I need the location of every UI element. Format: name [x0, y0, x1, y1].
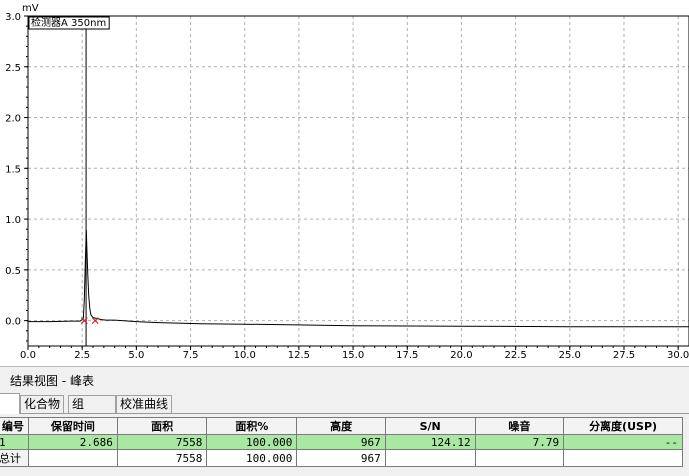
cell-area-percent: 100.000	[206, 434, 298, 450]
column-header[interactable]: 面积%	[206, 417, 298, 435]
cell-sn: 124.12	[384, 434, 476, 450]
y-tick-label: 2.5	[5, 63, 21, 74]
chart-background	[0, 0, 689, 366]
cell-retention-time	[27, 449, 118, 467]
chromatogram-chart[interactable]: 0.0 2.5 5.0 7.5 10.0 12.5 15.0 17.5 20.0 22.5 25.0…	[0, 0, 689, 366]
table-header-row: 编号 保留时间 面积 面积% 高度 S/N 噪音 分离度(USP)	[0, 417, 683, 435]
results-tabs: 化合物 组 校准曲线	[0, 392, 689, 414]
column-header[interactable]: 噪音	[474, 417, 565, 435]
cell-area: 7558	[116, 434, 208, 450]
peak-table: 编号 保留时间 面积 面积% 高度 S/N 噪音 分离度(USP) 1 2.68…	[0, 417, 683, 467]
tab-group[interactable]: 组	[68, 395, 116, 413]
x-tick-label: 25.0	[559, 350, 581, 361]
y-tick-label: 1.0	[5, 215, 21, 226]
x-tick-label: 30.0	[667, 350, 689, 361]
column-header[interactable]: 保留时间	[27, 417, 118, 435]
y-unit-label: mV	[22, 3, 39, 14]
tab-calibration-curve[interactable]: 校准曲线	[116, 395, 173, 413]
cell-area-percent: 100.000	[206, 449, 298, 467]
x-tick-label: 2.5	[74, 350, 90, 361]
column-header[interactable]: 面积	[116, 417, 208, 435]
legend-label: 检测器A 350nm	[31, 16, 106, 29]
x-tick-label: 20.0	[450, 350, 472, 361]
x-tick-label: 10.0	[234, 350, 256, 361]
x-tick-label: 15.0	[342, 350, 364, 361]
y-tick-label: 2.0	[5, 114, 21, 125]
cell-resolution: --	[563, 434, 683, 450]
column-header[interactable]: 高度	[296, 417, 386, 435]
cell-sn	[384, 449, 476, 467]
cell-resolution	[563, 449, 683, 467]
tab-compound[interactable]: 化合物	[20, 395, 65, 413]
peak-table-container: 编号 保留时间 面积 面积% 高度 S/N 噪音 分离度(USP) 1 2.68…	[0, 414, 689, 476]
row-id: 1	[0, 434, 29, 450]
x-tick-label: 27.5	[613, 350, 635, 361]
x-tick-label: 0.0	[20, 350, 36, 361]
column-header[interactable]: 分离度(USP)	[563, 417, 683, 435]
legend: 检测器A 350nm	[28, 16, 110, 30]
cell-area: 7558	[116, 449, 208, 467]
x-tick-label: 22.5	[504, 350, 526, 361]
tab-peak-table[interactable]	[0, 393, 20, 414]
cell-height: 967	[296, 449, 386, 467]
y-tick-label: 1.5	[5, 164, 21, 175]
column-header[interactable]: S/N	[384, 417, 476, 435]
x-tick-label: 12.5	[288, 350, 310, 361]
x-tick-label: 17.5	[396, 350, 418, 361]
column-header[interactable]: 编号	[0, 417, 29, 435]
x-tick-label: 5.0	[128, 350, 144, 361]
y-tick-label: 0.5	[5, 266, 21, 277]
y-tick-label: 3.0	[5, 12, 21, 23]
cell-retention-time: 2.686	[27, 434, 118, 450]
table-row[interactable]: 总计 7558 100.000 967	[0, 449, 683, 467]
row-id: 总计	[0, 449, 29, 467]
cell-noise	[474, 449, 565, 467]
cell-height: 967	[296, 434, 386, 450]
results-header-bar: 结果视图 - 峰表	[0, 366, 689, 392]
cell-noise: 7.79	[474, 434, 565, 450]
y-tick-label: 0.0	[5, 317, 21, 328]
table-row[interactable]: 1 2.686 7558 100.000 967 124.12 7.79 --	[0, 434, 683, 450]
x-tick-label: 7.5	[183, 350, 199, 361]
results-view-title: 结果视图 - 峰表	[10, 374, 94, 388]
